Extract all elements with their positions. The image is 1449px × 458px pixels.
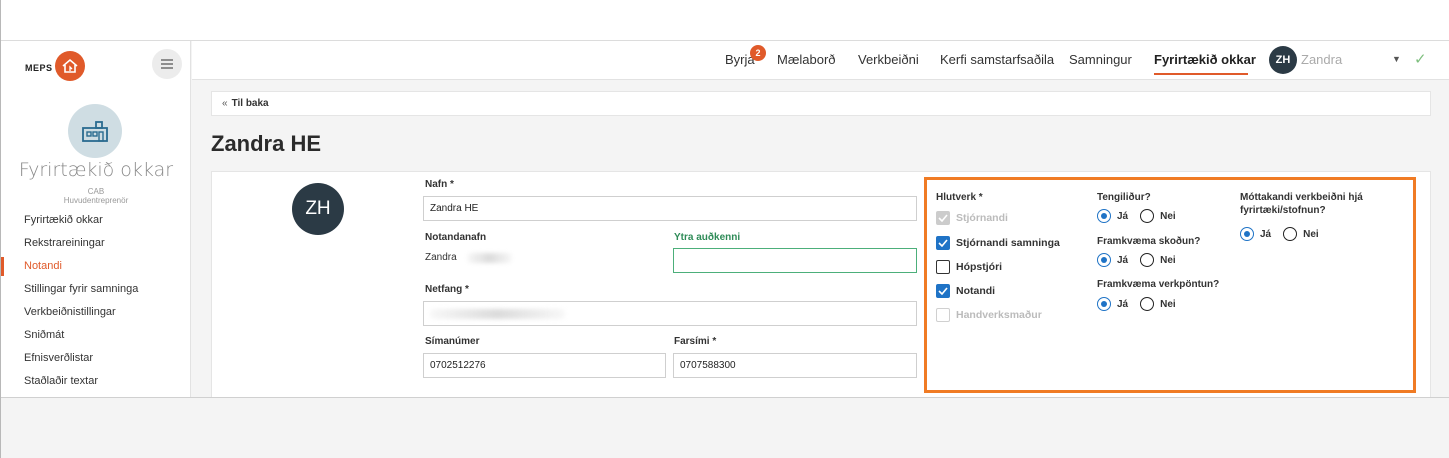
organization-code: CAB Huvudentreprenör (1, 187, 191, 205)
inspection-question-label: Framkvæma skoðun? (1097, 236, 1201, 247)
contact-radio-group: Já Nei (1097, 208, 1188, 224)
back-bar: «Til baka (211, 91, 1431, 116)
external-id-label: Ytra auðkenni (674, 232, 741, 243)
role-admin: Stjórnandi (936, 210, 1008, 226)
mobile-label: Farsími * (674, 336, 717, 347)
blurred-username-suffix (467, 253, 512, 263)
radio-selected-icon[interactable] (1097, 209, 1111, 223)
roles-highlight-box: Hlutverk * Stjórnandi Stjórnandi samning… (924, 177, 1416, 393)
notification-badge: 2 (750, 45, 766, 61)
external-id-field[interactable] (673, 248, 917, 273)
phone-label: Símanúmer (425, 336, 480, 347)
username-value: Zandra (425, 252, 457, 263)
user-avatar[interactable]: ZH (1269, 46, 1297, 74)
back-link[interactable]: «Til baka (222, 98, 269, 109)
sidebar: MEPS Fyrirtækið okkar CAB Huvudentrepren… (1, 41, 191, 397)
email-label: Netfang * (425, 284, 469, 295)
name-label: Nafn * (425, 179, 454, 190)
checkbox-checked-icon[interactable] (936, 284, 950, 298)
home-logo-icon[interactable] (55, 51, 85, 81)
radio-unselected-icon[interactable] (1140, 253, 1155, 267)
checkbox-checked-icon[interactable] (936, 236, 950, 250)
radio-selected-icon[interactable] (1097, 253, 1111, 267)
profile-avatar: ZH (292, 183, 344, 235)
sidebar-item-operating-units[interactable]: Rekstrareiningar (1, 232, 191, 255)
radio-selected-icon[interactable] (1097, 297, 1111, 311)
active-tab-underline (1154, 73, 1248, 75)
contact-no-label: Nei (1160, 210, 1176, 222)
recipient-question-line2: fyrirtæki/stofnun? (1240, 205, 1326, 216)
sidebar-item-contract-settings[interactable]: Stillingar fyrir samninga (1, 278, 191, 301)
phone-field[interactable]: 0702512276 (423, 353, 666, 378)
role-user[interactable]: Notandi (936, 283, 995, 299)
radio-selected-icon[interactable] (1240, 227, 1254, 241)
role-contract-admin-label: Stjórnandi samninga (956, 237, 1060, 249)
blurred-email (430, 309, 565, 319)
sidebar-item-templates[interactable]: Sniðmát (1, 324, 191, 347)
back-label: Til baka (231, 98, 269, 109)
contact-question-label: Tengiliður? (1097, 192, 1151, 203)
role-admin-label: Stjórnandi (956, 212, 1008, 224)
screen: MEPS Fyrirtækið okkar CAB Huvudentrepren… (0, 0, 1449, 458)
recipient-radio-group: Já Nei (1240, 226, 1331, 242)
inspection-radio-group: Já Nei (1097, 252, 1188, 268)
inspection-no-label: Nei (1160, 254, 1176, 266)
top-navigation: Byrja 2 Mælaborð Verkbeiðni Kerfi samsta… (192, 41, 1449, 80)
checkbox-unchecked-icon[interactable] (936, 260, 950, 274)
mobile-field[interactable]: 0707588300 (673, 353, 917, 378)
tab-work-orders[interactable]: Verkbeiðni (858, 52, 919, 67)
order-radio-group: Já Nei (1097, 296, 1188, 312)
bottom-empty-area (1, 397, 1449, 458)
role-user-label: Notandi (956, 285, 996, 297)
order-question-label: Framkvæma verkpöntun? (1097, 279, 1220, 290)
double-chevron-left-icon: « (222, 98, 228, 109)
tab-dashboard[interactable]: Mælaborð (777, 52, 836, 67)
role-contract-admin[interactable]: Stjórnandi samninga (936, 235, 1060, 251)
role-team-lead[interactable]: Hópstjóri (936, 259, 1002, 275)
username-label: Notandanafn (425, 232, 487, 243)
checkmark-icon: ✓ (1414, 51, 1427, 68)
order-yes-label: Já (1117, 298, 1129, 310)
inspection-yes-label: Já (1117, 254, 1129, 266)
recipient-question-label: Móttakandi verkbeiðni hjá fyrirtæki/stof… (1240, 191, 1363, 217)
name-field[interactable]: Zandra HE (423, 196, 917, 221)
user-name[interactable]: Zandra (1301, 52, 1342, 67)
sidebar-item-material-price-lists[interactable]: Efnisverðlistar (1, 347, 191, 370)
recipient-question-line1: Móttakandi verkbeiðni hjá (1240, 192, 1363, 203)
organization-title: Fyrirtækið okkar (18, 159, 174, 181)
building-icon (82, 121, 108, 142)
checkbox-unchecked-disabled-icon (936, 308, 950, 322)
chevron-down-icon[interactable]: ▼ (1392, 54, 1401, 64)
organization-role-text: Huvudentreprenör (63, 196, 129, 205)
hamburger-icon (161, 59, 173, 69)
sidebar-nav: Fyrirtækið okkar Rekstrareiningar Notand… (1, 209, 191, 393)
role-team-lead-label: Hópstjóri (956, 261, 1003, 273)
organization-avatar (68, 104, 122, 158)
sidebar-item-work-order-settings[interactable]: Verkbeiðnistillingar (1, 301, 191, 324)
contact-yes-label: Já (1117, 210, 1129, 222)
blank-top-area (0, 0, 1449, 40)
page-title: Zandra HE (211, 131, 322, 156)
recipient-no-label: Nei (1303, 228, 1319, 240)
recipient-yes-label: Já (1260, 228, 1272, 240)
tab-partner-system[interactable]: Kerfi samstarfsaðila (940, 52, 1054, 67)
role-craftsman: Handverksmaður (936, 307, 1042, 323)
radio-unselected-icon[interactable] (1283, 227, 1298, 241)
role-craftsman-label: Handverksmaður (956, 309, 1042, 321)
app-window: MEPS Fyrirtækið okkar CAB Huvudentrepren… (1, 40, 1449, 397)
roles-label: Hlutverk * (936, 192, 983, 203)
hamburger-menu-button[interactable] (152, 49, 182, 79)
sidebar-item-user[interactable]: Notandi (1, 255, 191, 278)
tab-our-company[interactable]: Fyrirtækið okkar (1154, 52, 1256, 67)
sidebar-item-company[interactable]: Fyrirtækið okkar (1, 209, 191, 232)
tab-contract[interactable]: Samningur (1069, 52, 1132, 67)
radio-unselected-icon[interactable] (1140, 209, 1155, 223)
sidebar-item-standard-texts[interactable]: Staðlaðir textar (1, 370, 191, 393)
order-no-label: Nei (1160, 298, 1176, 310)
organization-code-text: CAB (87, 187, 105, 196)
radio-unselected-icon[interactable] (1140, 297, 1155, 311)
logo-text: MEPS (25, 63, 53, 73)
checkbox-checked-disabled-icon (936, 211, 950, 225)
